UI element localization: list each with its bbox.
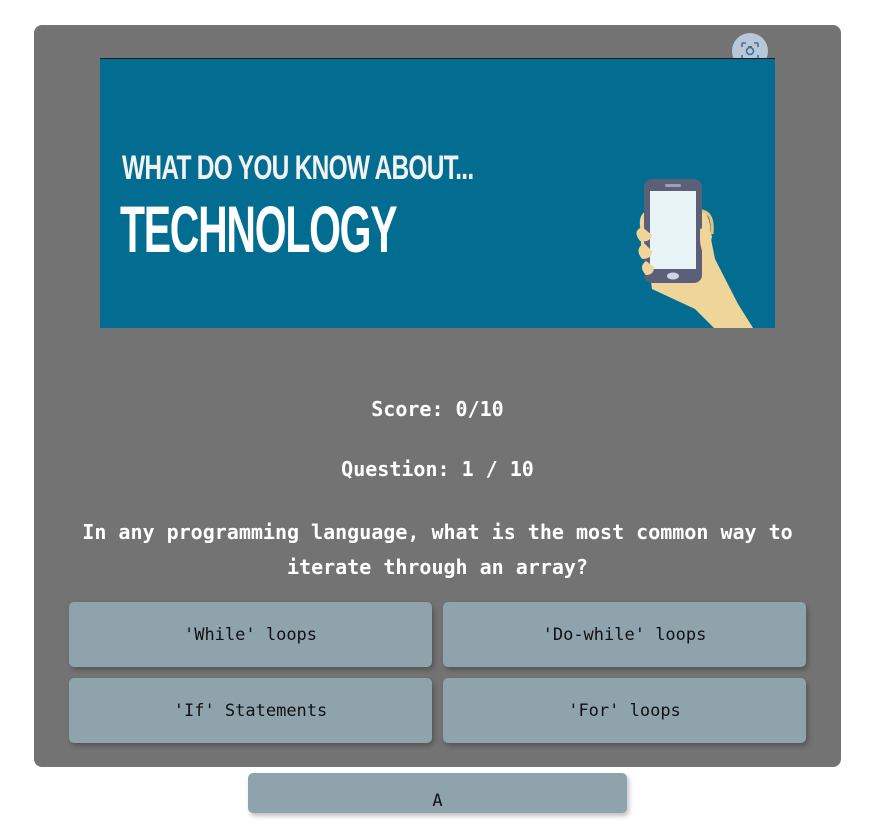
question-text: In any programming language, what is the… [82,520,793,579]
quiz-card: WHAT DO YOU KNOW ABOUT... TECHNOLOGY Sco… [34,25,841,767]
next-button[interactable]: A [248,773,627,813]
score-text: Score: 0/10 [371,397,504,421]
banner-line2: TECHNOLOGY [120,192,398,266]
question-number: Question: 1 / 10 [341,457,534,481]
quiz-banner-image: WHAT DO YOU KNOW ABOUT... TECHNOLOGY [100,58,775,328]
answer-button-2[interactable]: 'Do-while' loops [443,602,806,667]
banner-line1: WHAT DO YOU KNOW ABOUT... [122,149,474,187]
phone-in-hand-icon [636,179,754,328]
answer-button-4[interactable]: 'For' loops [443,678,806,743]
answer-button-1[interactable]: 'While' loops [69,602,432,667]
answer-button-3[interactable]: 'If' Statements [69,678,432,743]
